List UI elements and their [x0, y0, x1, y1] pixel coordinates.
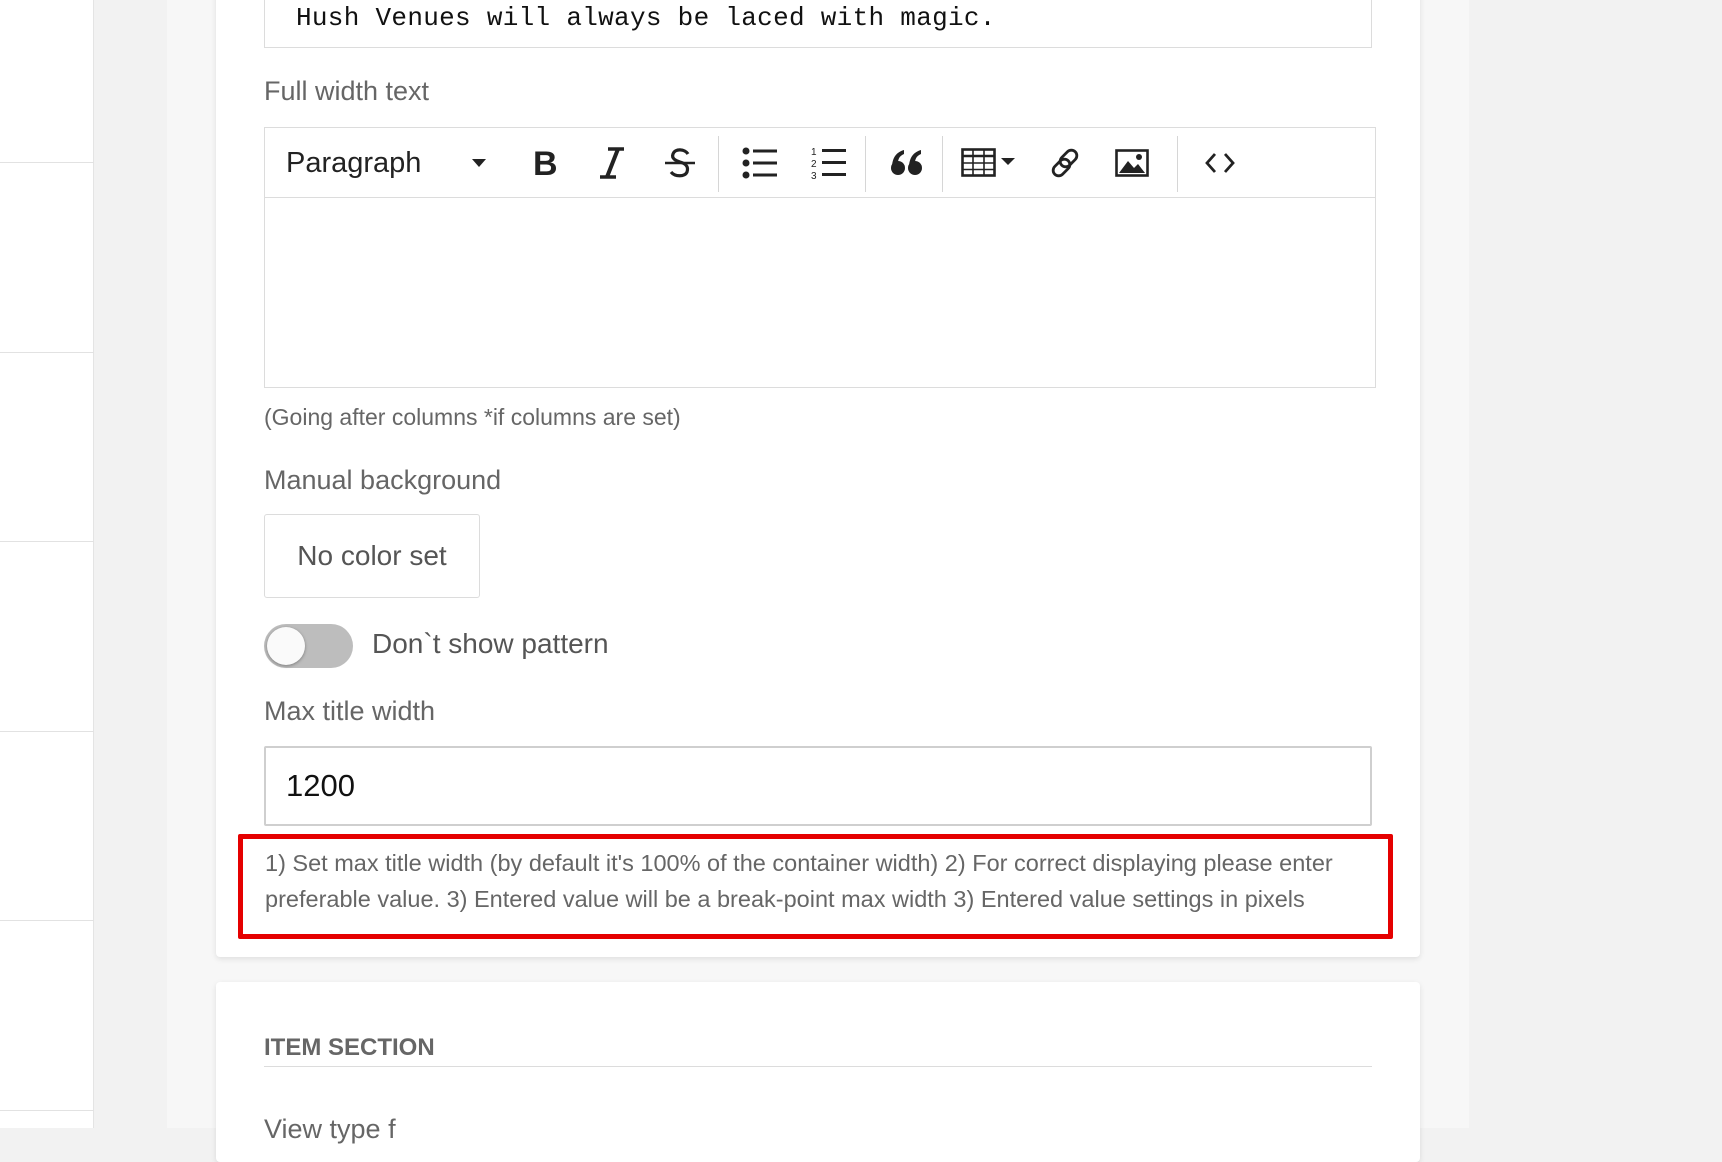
editor-toolbar: Paragraph B 1 2 3 [265, 128, 1375, 198]
sidebar-divider [0, 920, 94, 921]
max-title-width-input[interactable] [264, 746, 1372, 826]
toolbar-separator [1177, 136, 1178, 192]
toolbar-separator [942, 136, 943, 192]
color-picker-button[interactable]: No color set [264, 514, 480, 598]
code-icon [1205, 153, 1235, 173]
image-icon [1115, 149, 1149, 177]
item-section-card [216, 982, 1420, 1162]
source-code-button[interactable] [1190, 128, 1250, 198]
toolbar-separator [865, 136, 866, 192]
toggle-knob [267, 627, 305, 665]
italic-button[interactable] [587, 128, 637, 198]
italic-icon [600, 147, 624, 179]
section-divider [264, 1066, 1372, 1067]
max-title-width-label: Max title width [264, 696, 436, 726]
highlight-box: 1) Set max title width (by default it's … [238, 834, 1393, 939]
svg-text:1: 1 [811, 147, 817, 158]
max-title-width-note: 1) Set max title width (by default it's … [265, 850, 1333, 912]
sidebar-divider [0, 352, 94, 353]
svg-text:2: 2 [811, 159, 817, 170]
link-button[interactable] [1037, 128, 1093, 198]
sidebar-divider [0, 541, 94, 542]
table-icon [961, 148, 1015, 177]
full-width-text-label: Full width text [264, 76, 430, 106]
quote-icon [891, 150, 922, 175]
paragraph-dropdown-label: Paragraph [286, 146, 422, 179]
editor-content-area[interactable] [265, 199, 1375, 387]
item-section-title: ITEM SECTION [264, 1034, 435, 1061]
sidebar-divider [0, 731, 94, 732]
block-quote-button[interactable] [877, 128, 937, 198]
link-icon [1051, 148, 1079, 178]
text-line-value: Hush Venues will always be laced with ma… [296, 3, 996, 33]
numbered-list-button[interactable]: 1 2 3 [801, 128, 857, 198]
bold-button[interactable]: B [519, 128, 569, 198]
bold-icon: B [533, 147, 557, 179]
bulleted-list-icon [742, 147, 777, 179]
sidebar-divider [0, 162, 94, 163]
rich-text-editor: Paragraph B 1 2 3 [264, 127, 1376, 388]
strikethrough-icon [665, 148, 695, 178]
full-width-text-help: (Going after columns *if columns are set… [264, 404, 681, 430]
pattern-toggle-label: Don`t show pattern [372, 628, 609, 659]
view-type-label: View type f [264, 1114, 396, 1144]
paragraph-dropdown[interactable]: Paragraph [286, 128, 506, 198]
sidebar-divider [0, 1110, 94, 1111]
toolbar-separator [718, 136, 719, 192]
insert-image-button[interactable] [1104, 128, 1160, 198]
insert-table-button[interactable] [955, 128, 1023, 198]
strikethrough-button[interactable] [655, 128, 705, 198]
svg-text:3: 3 [811, 171, 817, 180]
numbered-list-icon: 1 2 3 [811, 147, 846, 180]
pattern-toggle[interactable] [264, 624, 353, 668]
svg-text:B: B [533, 147, 557, 179]
text-line-field[interactable]: Hush Venues will always be laced with ma… [264, 0, 1372, 48]
left-sidebar [0, 0, 94, 1128]
bulleted-list-button[interactable] [732, 128, 788, 198]
manual-background-label: Manual background [264, 465, 502, 495]
chevron-down-icon [472, 159, 486, 167]
